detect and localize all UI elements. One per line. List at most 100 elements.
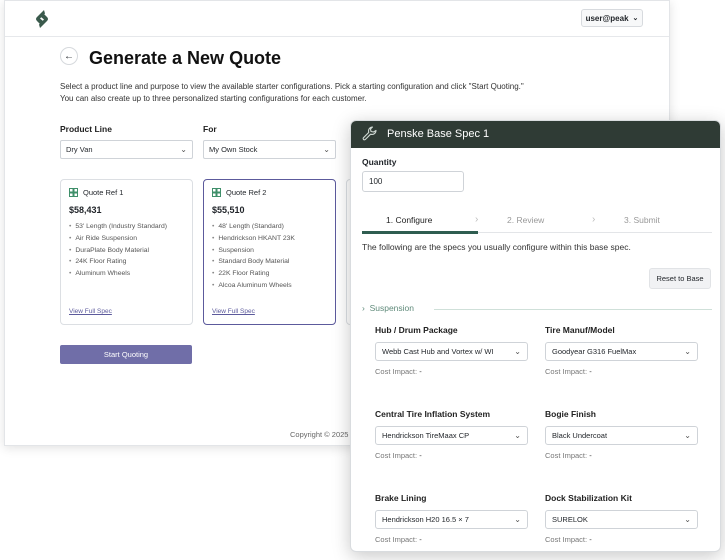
cost-impact: Cost Impact: - [375,451,422,460]
step-tabs: 1. Configure › 2. Review › 3. Submit [362,211,712,234]
select-value: Hendrickson H20 16.5 × 7 [382,515,469,524]
cost-impact: Cost Impact: - [375,535,422,544]
suspension-section-toggle[interactable]: › Suspension [362,303,712,315]
section-heading: › Suspension [362,303,414,313]
cost-value: - [589,451,592,460]
cost-value: - [419,535,422,544]
step-configure[interactable]: 1. Configure [386,215,432,225]
card-header: Quote Ref 1 [69,188,123,197]
select-value: Black Undercoat [552,431,608,440]
chevron-down-icon: ⌄ [684,431,691,440]
quote-card-1[interactable]: Quote Ref 1 $58,431 53' Length (Industry… [60,179,193,325]
chevron-right-icon: › [592,214,596,225]
feature-item: Aluminum Wheels [69,268,191,280]
user-name: user@peak [585,13,629,23]
chevron-down-icon: ⌄ [180,145,187,154]
chevron-down-icon: ⌄ [514,515,521,524]
cost-value: - [419,367,422,376]
step-submit[interactable]: 3. Submit [624,215,660,225]
section-title: Suspension [369,303,414,313]
for-label: For [203,124,217,134]
cost-impact: Cost Impact: - [545,535,592,544]
spec-label-tire: Tire Manuf/Model [545,325,615,335]
start-quoting-button[interactable]: Start Quoting [60,345,192,364]
logo-icon[interactable] [33,9,51,29]
feature-item: Hendrickson HKANT 23K [212,233,334,245]
quote-card-2[interactable]: Quote Ref 2 $55,510 48' Length (Standard… [203,179,336,325]
feature-list: 53' Length (Industry Standard) Air Ride … [69,221,191,280]
brake-lining-select[interactable]: Hendrickson H20 16.5 × 7 ⌄ [375,510,528,529]
cost-label: Cost Impact: [545,367,588,376]
select-value: Webb Cast Hub and Vortex w/ WI [382,347,494,356]
page-description: Select a product line and purpose to vie… [60,81,580,105]
feature-item: 22K Floor Rating [212,268,334,280]
tire-select[interactable]: Goodyear G316 FuelMax ⌄ [545,342,698,361]
page-title: Generate a New Quote [89,48,282,68]
tire-inflation-select[interactable]: Hendrickson TireMaax CP ⌄ [375,426,528,445]
top-bar: user@peak ⌄ [5,1,669,37]
dock-stabilization-select[interactable]: SURELOK ⌄ [545,510,698,529]
cost-label: Cost Impact: [545,451,588,460]
product-line-label: Product Line [60,124,112,134]
card-price: $58,431 [69,205,102,215]
description-line-2: You can also create up to three personal… [60,94,367,103]
chevron-down-icon: ⌄ [632,15,639,22]
user-menu-button[interactable]: user@peak ⌄ [581,9,643,27]
bogie-finish-select[interactable]: Black Undercoat ⌄ [545,426,698,445]
cost-label: Cost Impact: [375,451,418,460]
cost-value: - [589,367,592,376]
feature-item: 24K Floor Rating [69,256,191,268]
cost-impact: Cost Impact: - [545,367,592,376]
grid-icon [69,188,78,197]
product-line-select[interactable]: Dry Van ⌄ [60,140,193,159]
feature-item: 48' Length (Standard) [212,221,334,233]
panel-description: The following are the specs you usually … [362,242,631,252]
cost-value: - [419,451,422,460]
spec-label-hub-drum: Hub / Drum Package [375,325,458,335]
cost-label: Cost Impact: [545,535,588,544]
select-value: Hendrickson TireMaax CP [382,431,470,440]
spec-label-dock-stabilization: Dock Stabilization Kit [545,493,632,503]
product-line-value: Dry Van [66,145,93,154]
card-header: Quote Ref 2 [212,188,266,197]
feature-item: 53' Length (Industry Standard) [69,221,191,233]
chevron-right-icon: › [362,303,365,313]
for-select[interactable]: My Own Stock ⌄ [203,140,336,159]
panel-title: Penske Base Spec 1 [387,128,490,140]
reset-to-base-button[interactable]: Reset to Base [649,268,711,289]
hub-drum-select[interactable]: Webb Cast Hub and Vortex w/ WI ⌄ [375,342,528,361]
chevron-down-icon: ⌄ [514,347,521,356]
chevron-down-icon: ⌄ [323,145,330,154]
cost-value: - [589,535,592,544]
select-value: SURELOK [552,515,588,524]
feature-item: DuraPlate Body Material [69,245,191,257]
chevron-down-icon: ⌄ [684,347,691,356]
chevron-down-icon: ⌄ [684,515,691,524]
feature-item: Suspension [212,245,334,257]
quantity-input[interactable]: 100 [362,171,464,192]
panel-header: Penske Base Spec 1 [351,121,720,148]
card-price: $55,510 [212,205,245,215]
quantity-value: 100 [369,177,383,186]
copyright-text: Copyright © 2025 [290,430,349,439]
step-review[interactable]: 2. Review [507,215,544,225]
select-value: Goodyear G316 FuelMax [552,347,637,356]
view-full-spec-link[interactable]: View Full Spec [212,308,255,315]
section-divider [434,309,712,310]
spec-label-tire-inflation: Central Tire Inflation System [375,409,491,419]
wrench-icon [362,126,377,141]
spec-label-bogie-finish: Bogie Finish [545,409,596,419]
cost-impact: Cost Impact: - [375,367,422,376]
feature-item: Standard Body Material [212,256,334,268]
feature-item: Alcoa Aluminum Wheels [212,280,334,292]
back-button[interactable]: ← [60,47,78,65]
quantity-label: Quantity [362,157,397,167]
for-value: My Own Stock [209,145,258,154]
card-name: Quote Ref 1 [83,188,124,197]
chevron-right-icon: › [475,214,479,225]
view-full-spec-link[interactable]: View Full Spec [69,308,112,315]
feature-list: 48' Length (Standard) Hendrickson HKANT … [212,221,334,292]
base-spec-panel: Penske Base Spec 1 Quantity 100 1. Confi… [350,120,721,552]
spec-label-brake-lining: Brake Lining [375,493,427,503]
card-name: Quote Ref 2 [226,188,267,197]
